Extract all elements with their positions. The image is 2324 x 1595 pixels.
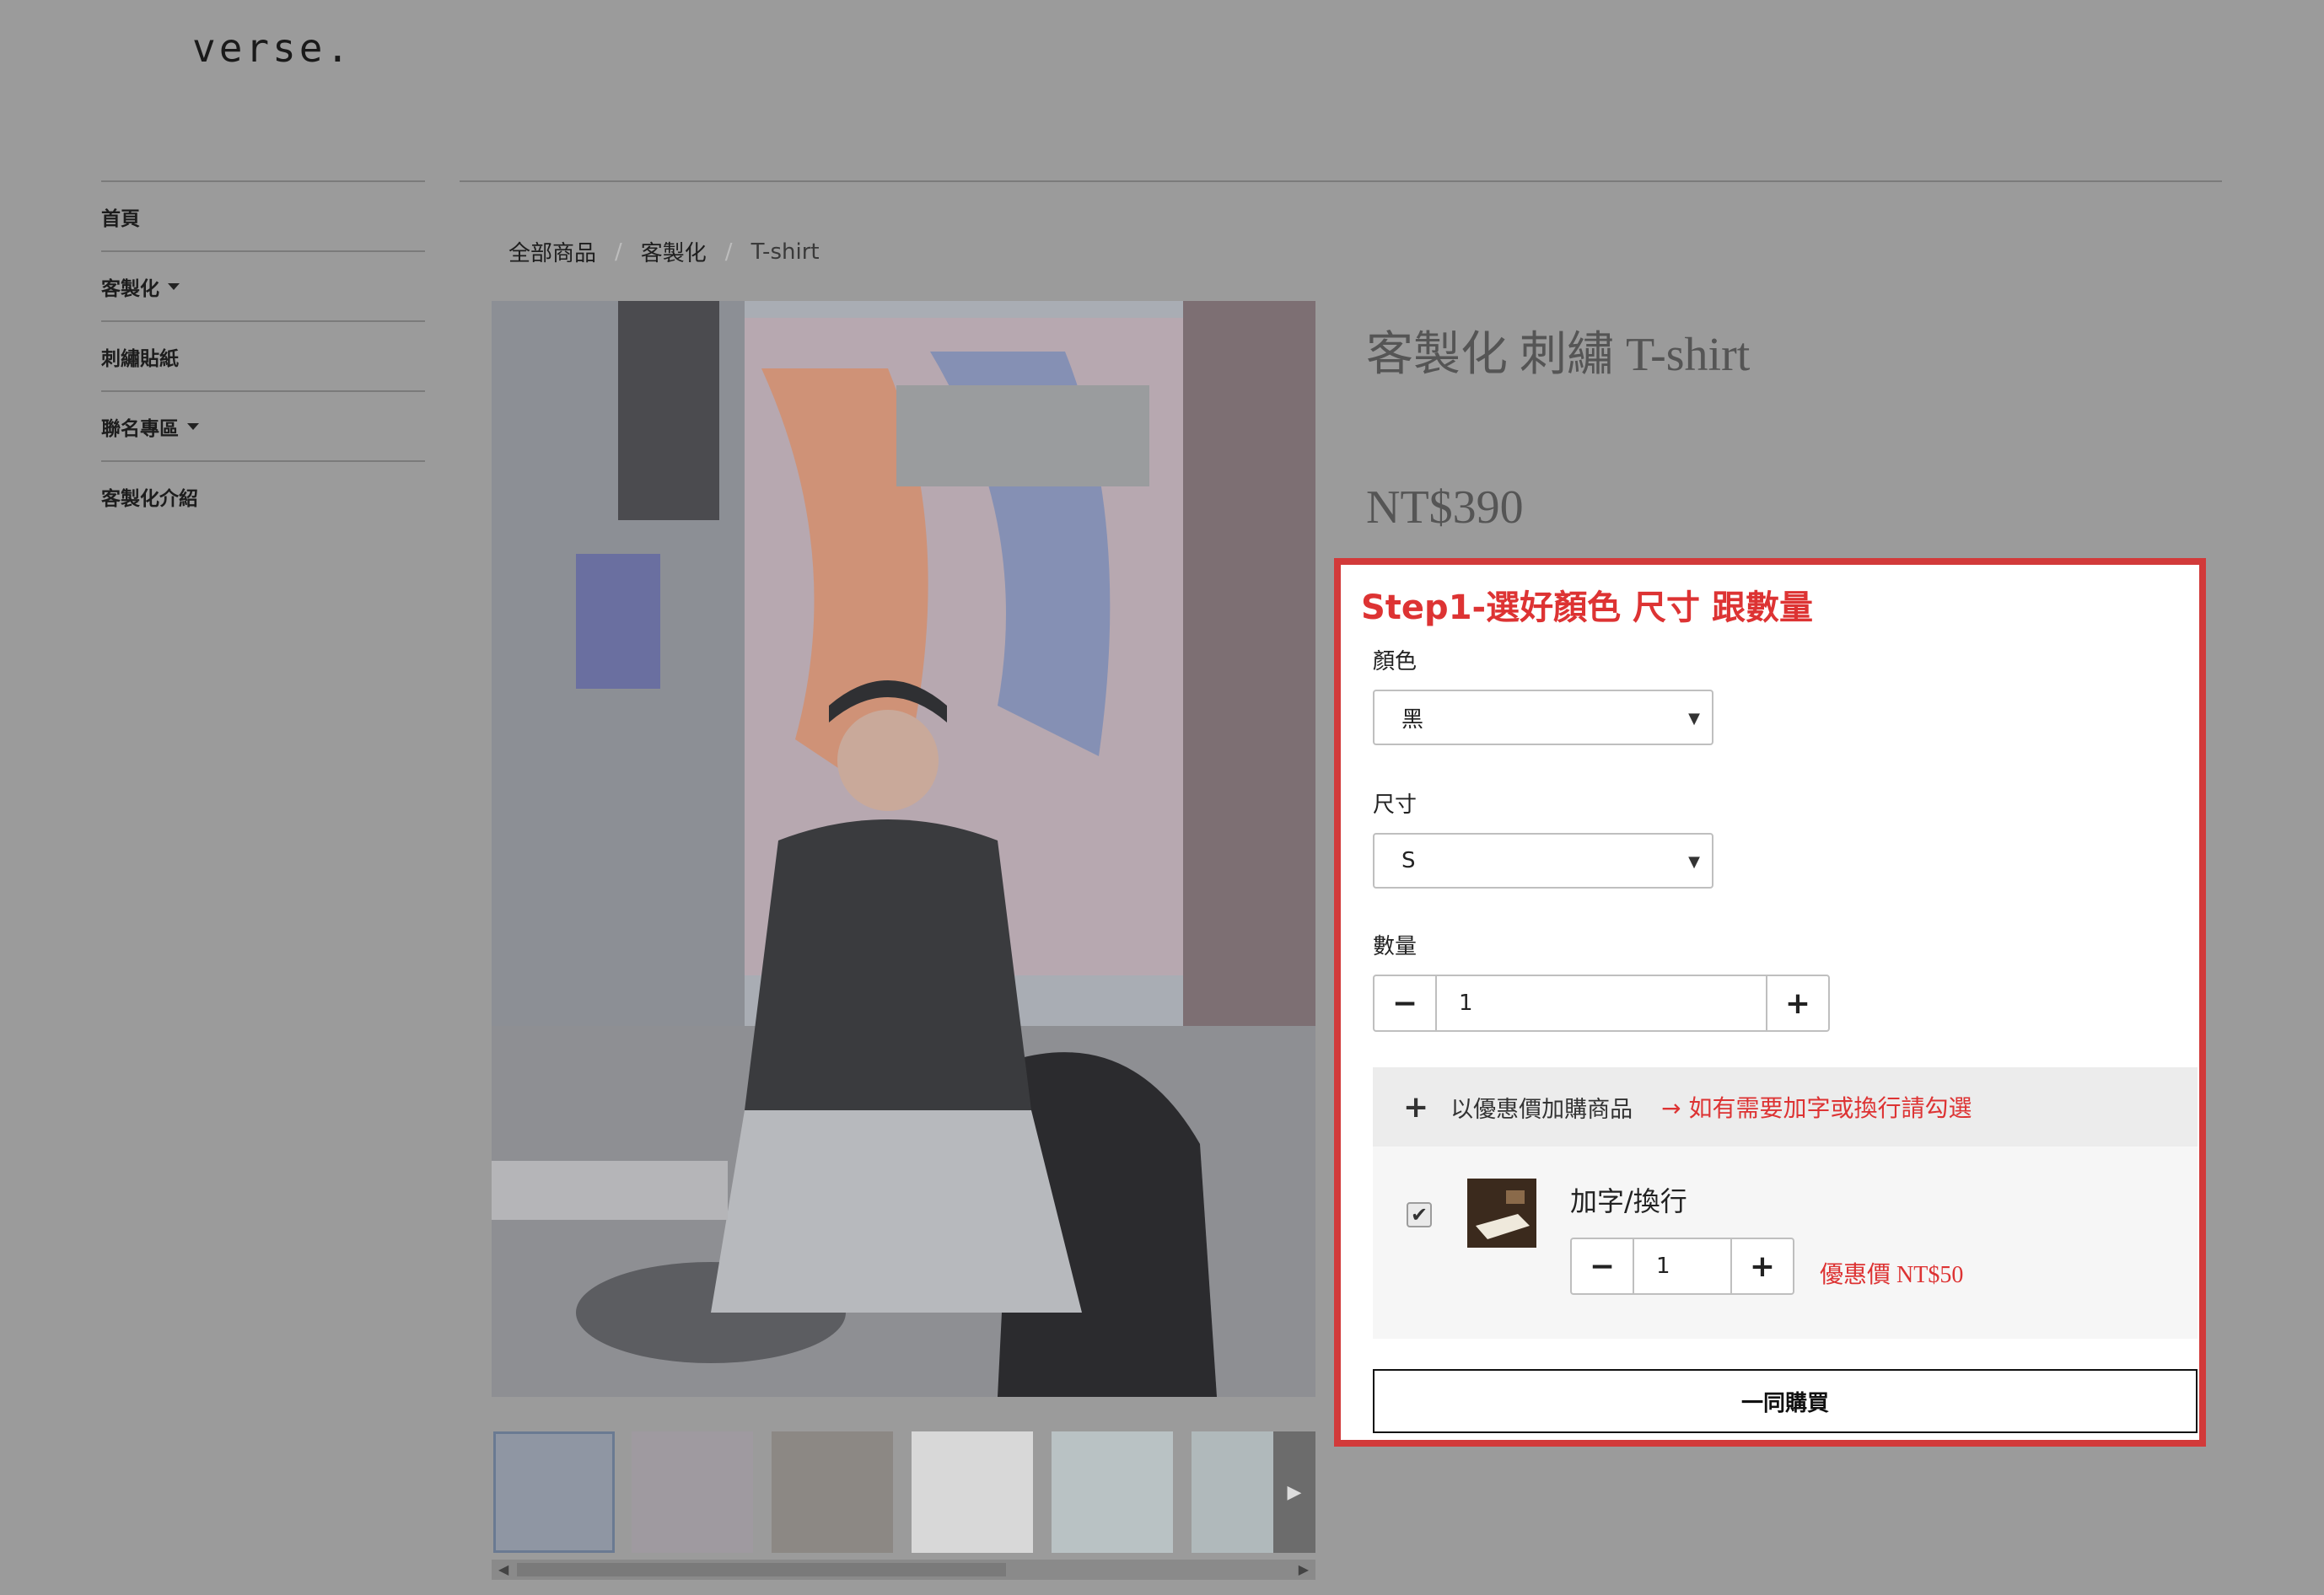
- addon-checkbox[interactable]: ✔: [1407, 1202, 1432, 1227]
- sidebar-item-custom[interactable]: 客製化: [101, 250, 425, 320]
- color-select-value: 黑: [1401, 706, 1424, 733]
- thumbnail-2[interactable]: [632, 1431, 753, 1553]
- addon-header[interactable]: + 以優惠價加購商品 → 如有需要加字或換行請勾選: [1373, 1067, 2198, 1147]
- breadcrumb-current: T-shirt: [750, 239, 820, 265]
- caret-down-icon: [168, 282, 180, 290]
- thumbnail-1[interactable]: [493, 1431, 615, 1553]
- breadcrumb-separator: /: [615, 239, 622, 265]
- product-title: 客製化 刺繡 T-shirt: [1366, 329, 1751, 381]
- size-select-value: S: [1401, 848, 1416, 873]
- minus-icon[interactable]: −: [1374, 976, 1437, 1030]
- addon-note: → 如有需要加字或換行請勾選: [1661, 1094, 1972, 1122]
- addon-quantity-input[interactable]: 1: [1634, 1239, 1730, 1293]
- addon-item: ✔ 加字/換行 − 1 + 優惠價 NT$50: [1373, 1147, 2198, 1339]
- thumbnail-3[interactable]: [772, 1431, 893, 1553]
- size-label: 尺寸: [1373, 792, 1418, 818]
- thumbnail-strip: ▶ ◀ ▶: [492, 1431, 1315, 1583]
- sidebar-item-patches[interactable]: 刺繡貼紙: [101, 320, 425, 390]
- thumbnail-5[interactable]: [1052, 1431, 1173, 1553]
- quantity-stepper: − 1 +: [1373, 975, 1830, 1032]
- sidebar-item-label: 客製化介紹: [101, 487, 198, 510]
- scroll-right-icon[interactable]: ▶: [1299, 1561, 1309, 1577]
- color-label: 顏色: [1373, 649, 1418, 674]
- addon-quantity-stepper: − 1 +: [1570, 1238, 1794, 1295]
- divider: [460, 180, 2222, 182]
- addon-header-label: 以優惠價加購商品: [1450, 1096, 1633, 1123]
- breadcrumb-custom[interactable]: 客製化: [641, 236, 707, 267]
- product-main-image[interactable]: [492, 301, 1315, 1397]
- sidebar-item-home[interactable]: 首頁: [101, 180, 425, 250]
- buy-together-button[interactable]: 一同購買: [1373, 1369, 2198, 1433]
- sidebar-item-custom-intro[interactable]: 客製化介紹: [101, 460, 425, 530]
- thumbnail-4[interactable]: [912, 1431, 1033, 1553]
- addon-thumbnail: [1467, 1179, 1536, 1248]
- sidebar-item-collab[interactable]: 聯名專區: [101, 390, 425, 460]
- sidebar-item-label: 刺繡貼紙: [101, 347, 179, 370]
- product-photo: [492, 301, 1315, 1397]
- minus-icon[interactable]: −: [1572, 1239, 1634, 1293]
- plus-icon[interactable]: +: [1730, 1239, 1793, 1293]
- chevron-right-icon[interactable]: ▶: [1273, 1431, 1315, 1553]
- color-select[interactable]: 黑 ▼: [1373, 690, 1713, 745]
- addon-thumbnail-image: [1467, 1179, 1536, 1248]
- step-title: Step1-選好顏色 尺寸 跟數量: [1361, 588, 1813, 627]
- caret-down-icon: ▼: [1688, 853, 1700, 871]
- breadcrumb: 全部商品 / 客製化 / T-shirt: [508, 236, 820, 267]
- sidebar-item-label: 首頁: [101, 207, 140, 230]
- addon-item-name: 加字/換行: [1570, 1185, 1687, 1217]
- plus-icon: +: [1403, 1089, 1429, 1125]
- quantity-label: 數量: [1373, 934, 1418, 959]
- caret-down-icon: ▼: [1688, 710, 1700, 728]
- thumbnail-scrollbar[interactable]: ◀ ▶: [492, 1560, 1315, 1580]
- scroll-left-icon[interactable]: ◀: [498, 1561, 508, 1577]
- scrollbar-thumb[interactable]: [517, 1563, 1006, 1576]
- product-price: NT$390: [1366, 481, 1524, 534]
- breadcrumb-all-products[interactable]: 全部商品: [508, 236, 596, 267]
- plus-icon[interactable]: +: [1766, 976, 1828, 1030]
- caret-down-icon: [187, 422, 199, 430]
- sidebar-nav: 首頁 客製化 刺繡貼紙 聯名專區 客製化介紹: [101, 180, 425, 530]
- site-logo[interactable]: verse.: [192, 25, 352, 71]
- breadcrumb-separator: /: [724, 239, 733, 265]
- quantity-input[interactable]: 1: [1437, 976, 1766, 1030]
- sidebar-item-label: 客製化: [101, 277, 159, 300]
- purchase-options-panel: Step1-選好顏色 尺寸 跟數量 顏色 黑 ▼ 尺寸 S ▼ 數量 − 1 +…: [1334, 558, 2206, 1447]
- sidebar-item-label: 聯名專區: [101, 417, 179, 440]
- addon-promo-price: 優惠價 NT$50: [1820, 1262, 1964, 1288]
- size-select[interactable]: S ▼: [1373, 833, 1713, 889]
